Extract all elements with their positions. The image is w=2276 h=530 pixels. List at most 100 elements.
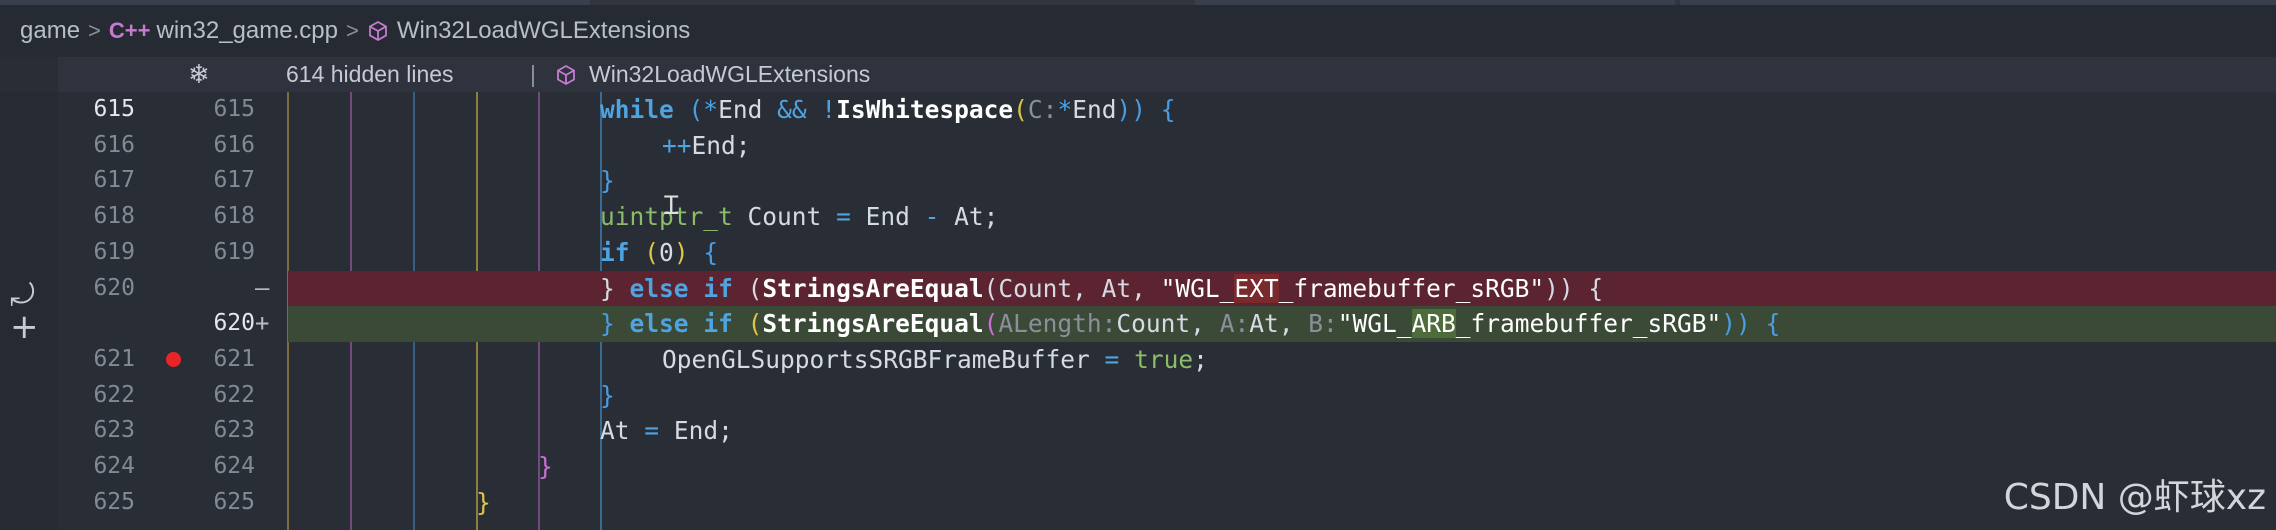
code-text[interactable]: ++End; <box>662 128 751 164</box>
function-name: StringsAreEqual <box>762 309 984 339</box>
code-text[interactable]: if (0) { <box>600 235 718 271</box>
code-line[interactable]: 621 621 OpenGLSupportsSRGBFrameBuffer = tr… <box>0 342 2276 378</box>
snowflake-icon[interactable]: ❄ <box>188 57 210 92</box>
chevron-right-icon: > <box>88 18 101 43</box>
identifier: At <box>600 416 630 446</box>
code-text[interactable]: At = End; <box>600 413 733 449</box>
code-text[interactable]: } <box>600 378 615 414</box>
code-line[interactable]: 615 615 while (*End && !IsWhitespace(C:*En… <box>0 92 2276 128</box>
hidden-lines-label[interactable]: 614 hidden lines <box>286 57 454 92</box>
code-text[interactable]: } else if (StringsAreEqual(Count, At, "W… <box>600 271 1603 307</box>
breadcrumb-file[interactable]: win32_game.cpp <box>157 17 338 45</box>
paren: )) <box>1116 95 1146 124</box>
deleted-code-line[interactable]: 620 — } else if (StringsAreEqual(Count, At… <box>93 270 2276 307</box>
argument: At, <box>1249 309 1294 339</box>
keyword: if <box>600 237 630 267</box>
inlay-hint: B: <box>1308 309 1338 339</box>
code-line[interactable]: 617 617} <box>0 163 2276 199</box>
breakpoint-icon[interactable] <box>166 351 181 367</box>
keyword: else <box>629 309 689 339</box>
code-line[interactable]: 619 619 if (0) { <box>0 235 2276 271</box>
operator: ++ <box>662 130 692 160</box>
operator: * <box>1057 95 1073 124</box>
method-cube-icon <box>555 64 577 92</box>
paren: ( <box>1013 95 1028 124</box>
operator: && <box>777 95 807 124</box>
operator: * <box>703 95 719 124</box>
line-number-modified: 615 <box>213 96 255 122</box>
code-text[interactable]: } <box>600 163 615 199</box>
code-text[interactable]: } else if (StringsAreEqual(ALength:Count… <box>600 306 1780 342</box>
line-number-original: 621 <box>93 345 135 372</box>
function-name: IsWhitespace <box>836 95 1014 124</box>
line-number-original: 625 <box>93 488 135 515</box>
line-number-modified: 619 <box>213 238 255 265</box>
identifier: End; <box>673 416 733 446</box>
argument: Count, <box>1116 309 1205 339</box>
inserted-code-line[interactable]: 620 +} else if (StringsAreEqual(ALength:C… <box>213 306 2276 342</box>
identifier: At; <box>954 202 999 232</box>
keyword: if <box>703 273 733 303</box>
line-number-original: 620 <box>93 274 135 301</box>
code-text[interactable]: } <box>538 449 553 485</box>
code-text[interactable]: while (*End && !IsWhitespace(C:*End)) { <box>600 92 1176 128</box>
separator: | <box>530 61 536 87</box>
breadcrumb-symbol[interactable]: Win32LoadWGLExtensions <box>397 17 690 45</box>
line-number-original: 615 <box>93 96 135 122</box>
identifier: End <box>718 95 763 124</box>
paren: )) <box>1721 309 1751 339</box>
inlay-hint: A: <box>1219 309 1250 339</box>
code-text[interactable]: } <box>476 485 491 521</box>
line-number-original: 619 <box>93 238 135 265</box>
line-number-original: 623 <box>93 417 135 444</box>
operator: ! <box>821 95 837 124</box>
code-line[interactable]: 625 625} <box>0 485 2276 521</box>
code-line[interactable]: 616 616 ++End; <box>0 128 2276 164</box>
function-name: StringsAreEqual <box>762 273 984 303</box>
method-cube-icon <box>367 20 389 42</box>
line-number-modified: 618 <box>213 203 255 230</box>
operator: = <box>1104 344 1120 374</box>
identifier: Count <box>747 202 822 232</box>
sticky-scroll-header[interactable]: ❄ 614 hidden lines | Win32LoadWGLExtensi… <box>58 57 2276 92</box>
breadcrumb-root[interactable]: game <box>20 17 80 45</box>
brace: { <box>703 237 719 267</box>
line-number-modified: 617 <box>213 167 255 194</box>
identifier: End <box>1072 95 1117 124</box>
paren: )) { <box>1544 273 1604 303</box>
sticky-symbol[interactable]: Win32LoadWGLExtensions <box>589 57 870 92</box>
diff-remove-marker: — <box>255 273 270 302</box>
line-number-original: 616 <box>93 131 135 158</box>
code-text[interactable]: uintptr_t Count = End - At; <box>600 199 998 235</box>
keyword: true <box>1134 344 1194 374</box>
line-number-modified: 616 <box>213 131 255 158</box>
breadcrumb: game > C++ win32_game.cpp > Win32LoadWGL… <box>0 5 2276 57</box>
string-diff-highlight: EXT <box>1234 273 1279 303</box>
operator: - <box>924 202 940 232</box>
paren: ) <box>673 237 689 267</box>
number: 0 <box>659 237 674 267</box>
keyword: while <box>600 95 674 124</box>
operator: = <box>644 416 660 446</box>
brace: } <box>600 273 615 303</box>
line-number-modified: 621 <box>213 345 255 372</box>
chevron-right-icon: > <box>345 18 359 43</box>
brace: { <box>1160 95 1176 124</box>
code-line[interactable]: 622 622} <box>0 378 2276 414</box>
line-number-modified: 624 <box>213 453 255 479</box>
code-line[interactable]: 623 623 At = End; <box>0 413 2276 449</box>
string: "WGL_ <box>1160 273 1235 303</box>
brace: } <box>600 166 615 196</box>
inlay-hint: C: <box>1027 95 1058 124</box>
code-line[interactable]: 618 618 uintptr_t Count = End - At; <box>0 199 2276 235</box>
code-line[interactable]: 624 624} <box>0 449 2276 485</box>
paren: ( <box>644 237 660 267</box>
identifier: End <box>865 202 910 232</box>
code-text[interactable]: OpenGLSupportsSRGBFrameBuffer = true; <box>662 342 1208 378</box>
paren: ( <box>983 309 999 339</box>
keyword: else <box>629 273 689 303</box>
line-number-original: 624 <box>93 453 135 479</box>
keyword: if <box>703 309 733 339</box>
inlay-hint: ALength: <box>998 309 1117 339</box>
brace: { <box>1765 309 1781 339</box>
